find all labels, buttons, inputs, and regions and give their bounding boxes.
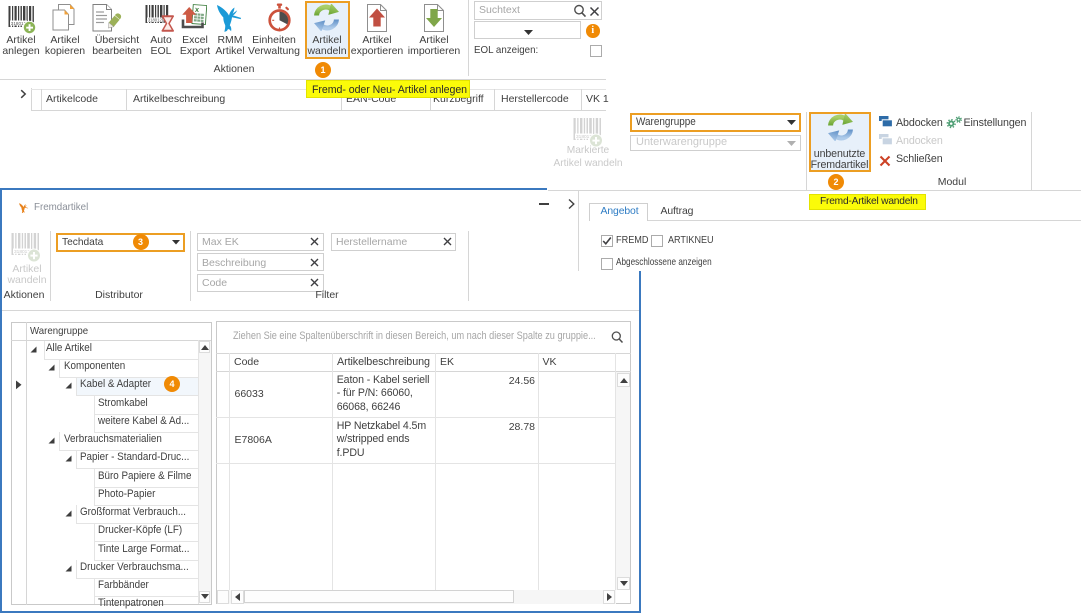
svg-text:318012: 318012 xyxy=(148,18,163,23)
